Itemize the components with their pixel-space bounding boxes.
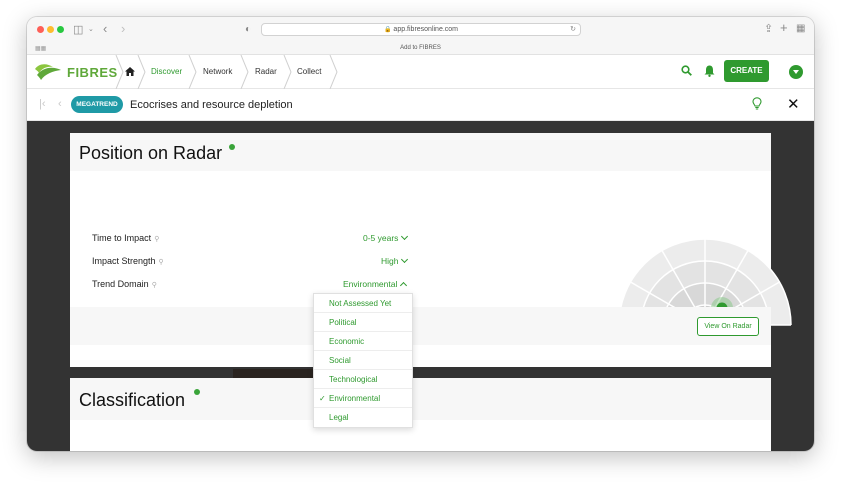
close-window-button[interactable] [37,26,44,33]
position-card-title: Position on Radar [79,143,222,164]
time-to-impact-label: Time to Impact⚲ [92,233,159,243]
close-icon[interactable]: ✕ [787,97,800,112]
view-on-radar-button[interactable]: View On Radar [697,317,759,336]
megatrend-badge: MEGATREND [71,96,123,113]
minimize-window-button[interactable] [47,26,54,33]
chevron-down-icon[interactable]: ⌄ [88,24,94,36]
nav-separator [329,55,339,89]
bookmark-bar-text[interactable]: Add to FIBRES [27,45,814,51]
option-economic[interactable]: Economic [314,332,412,351]
home-icon[interactable] [125,67,135,76]
new-tab-icon[interactable]: + [780,22,788,34]
previous-item-icon[interactable]: ‹ [58,98,62,110]
checkmark-icon: ✓ [319,389,326,408]
hint-icon[interactable]: ⚲ [152,282,157,289]
share-icon[interactable]: ⇪ [764,23,773,35]
option-legal[interactable]: Legal [314,408,412,427]
chevron-down-icon [401,256,408,263]
chevron-down-icon [401,233,408,240]
megatrend-header: |‹ ‹ MEGATREND Ecocrises and resource de… [27,90,814,121]
lightbulb-icon[interactable] [752,97,762,110]
reload-icon[interactable]: ↻ [570,24,576,36]
content-area: Position on Radar Time to Impact⚲ 0-5 ye… [27,121,814,451]
impact-strength-select[interactable]: High [381,256,407,266]
card-footer: View On Radar [70,307,771,345]
nav-separator [283,55,293,89]
classification-title: Classification [79,390,185,411]
leaf-logo-icon [33,61,63,83]
option-technological[interactable]: Technological [314,370,412,389]
option-social[interactable]: Social [314,351,412,370]
nav-network[interactable]: Network [203,67,232,76]
lock-icon: 🔒 [384,27,391,33]
logo-text: FIBRES [67,65,118,80]
nav-radar[interactable]: Radar [255,67,277,76]
zoom-window-button[interactable] [57,26,64,33]
browser-window: ◫ ⌄ ‹ › ◐ 🔒 app.fibresonline.com ↻ ⇪ + ▦… [27,17,814,451]
address-bar[interactable]: 🔒 app.fibresonline.com ↻ [261,23,581,36]
card-header: Classification [70,378,771,420]
trend-domain-label: Trend Domain⚲ [92,279,157,289]
user-menu-button[interactable] [789,65,803,79]
privacy-shield-icon[interactable]: ◐ [245,24,251,36]
back-icon[interactable]: ‹ [103,23,107,35]
classification-card: Classification [70,378,771,451]
forward-icon[interactable]: › [121,23,125,35]
first-item-icon[interactable]: |‹ [39,98,46,110]
nav-collect[interactable]: Collect [297,67,321,76]
card-header: Position on Radar [70,133,771,171]
position-on-radar-card: Position on Radar Time to Impact⚲ 0-5 ye… [70,133,771,367]
app-navbar: FIBRES Discover Network Radar Collect CR… [27,55,814,89]
nav-separator [137,55,147,89]
nav-separator [188,55,198,89]
chevron-up-icon [400,282,407,289]
tab-overview-icon[interactable]: ▦ [796,23,805,35]
nav-separator [115,55,125,89]
trend-domain-dropdown: Not Assessed Yet Political Economic Soci… [313,293,413,428]
browser-toolbar: ◫ ⌄ ‹ › ◐ 🔒 app.fibresonline.com ↻ ⇪ + ▦… [27,17,814,55]
option-not-assessed-yet[interactable]: Not Assessed Yet [314,294,412,313]
option-environmental[interactable]: ✓ Environmental [314,389,412,408]
bell-icon[interactable] [704,65,715,77]
trend-domain-select[interactable]: Environmental [343,279,406,289]
hint-icon[interactable]: ⚲ [154,236,159,243]
nav-separator [240,55,250,89]
sidebar-toggle-icon[interactable]: ◫ [73,24,83,36]
hint-icon[interactable]: ⚲ [159,259,164,266]
info-icon[interactable] [194,389,200,395]
fibres-logo[interactable]: FIBRES [33,61,113,83]
megatrend-title: Ecocrises and resource depletion [130,99,293,111]
impact-strength-label: Impact Strength⚲ [92,256,164,266]
option-political[interactable]: Political [314,313,412,332]
url-text: app.fibresonline.com [393,26,458,33]
info-icon[interactable] [229,144,235,150]
search-icon[interactable] [681,65,692,76]
create-button[interactable]: CREATE [724,60,769,82]
time-to-impact-select[interactable]: 0-5 years [363,233,407,243]
nav-discover[interactable]: Discover [151,67,182,76]
